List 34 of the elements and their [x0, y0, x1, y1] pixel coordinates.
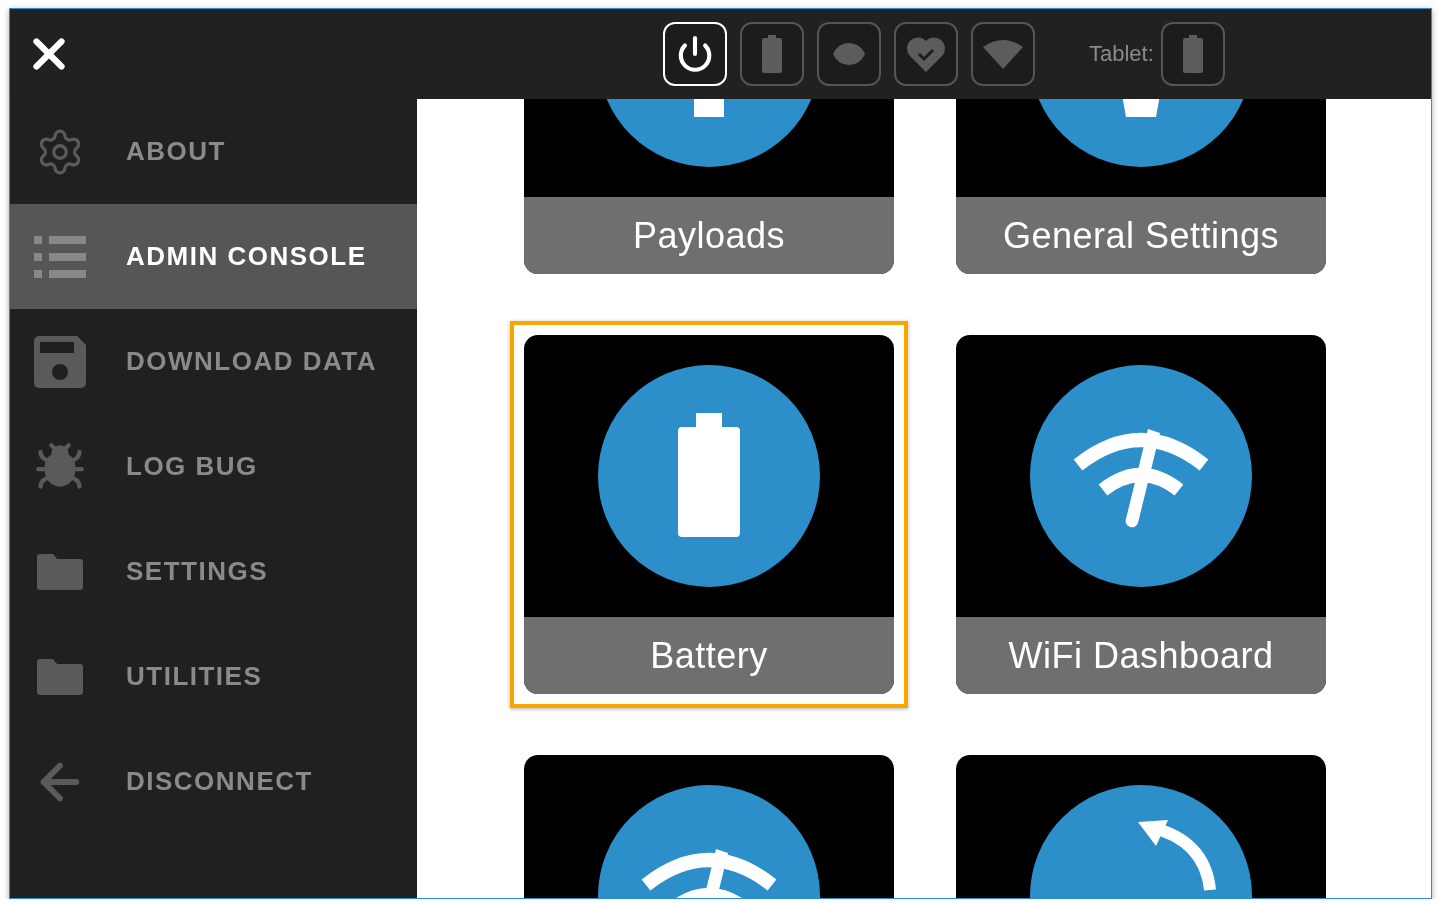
sidebar-label: LOG BUG — [126, 451, 258, 482]
sidebar-item[interactable]: DOWNLOAD DATA — [10, 309, 417, 414]
tile-label: WiFi Dashboard — [956, 617, 1326, 694]
heart-check-icon — [907, 36, 945, 72]
sidebar-label: DOWNLOAD DATA — [126, 346, 378, 377]
wifi-gauge-icon — [1030, 365, 1252, 587]
power-icon — [676, 35, 714, 73]
sidebar-label: DISCONNECT — [126, 766, 313, 797]
sidebar-item[interactable]: UTILITIES — [10, 624, 417, 729]
tile-label: Payloads — [524, 197, 894, 274]
sidebar-item[interactable]: ABOUT — [10, 99, 417, 204]
folder-icon — [37, 553, 83, 590]
sidebar-item[interactable]: DISCONNECT — [10, 729, 417, 834]
sidebar-label: UTILITIES — [126, 661, 263, 692]
sidebar-item[interactable]: SETTINGS — [10, 519, 417, 624]
wifi-signal-icon — [983, 39, 1023, 69]
tablet-label: Tablet: — [1089, 41, 1154, 67]
menu-tile[interactable]: Battery — [510, 321, 908, 708]
menu-tile[interactable]: WiFi Dashboard — [942, 321, 1340, 708]
battery-icon — [1182, 35, 1203, 73]
sidebar-label: SETTINGS — [126, 556, 268, 587]
battery-icon — [762, 35, 782, 73]
battery-icon — [598, 365, 820, 587]
menu-tile[interactable]: Payloads — [510, 99, 908, 288]
tile-label: General Settings — [956, 197, 1326, 274]
list-icon — [34, 235, 86, 278]
sidebar-label: ABOUT — [126, 136, 226, 167]
menu-tile[interactable]: General Settings — [942, 99, 1340, 288]
tablet-battery-button[interactable] — [1160, 22, 1225, 86]
folder-icon — [37, 658, 83, 695]
sidebar-item[interactable]: LOG BUG — [10, 414, 417, 519]
sidebar-label: ADMIN CONSOLE — [126, 241, 367, 272]
sidebar-item[interactable]: ADMIN CONSOLE — [10, 204, 417, 309]
tile-label: Battery — [524, 617, 894, 694]
